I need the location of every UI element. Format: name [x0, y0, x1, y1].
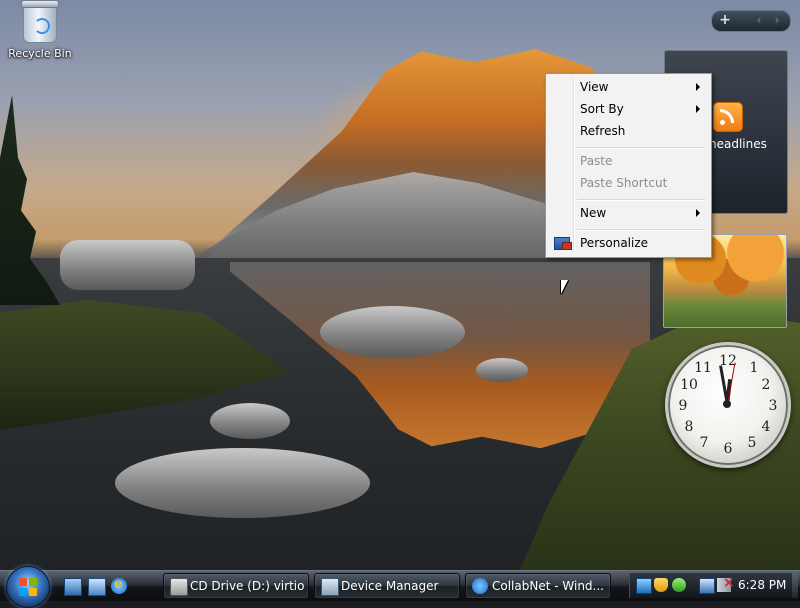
internet-explorer-icon[interactable]	[111, 576, 127, 594]
desktop-icon-recycle-bin[interactable]: Recycle Bin	[6, 0, 74, 60]
menu-item-personalize[interactable]: Personalize	[549, 233, 708, 253]
wallpaper-stone	[115, 448, 370, 518]
clock-number: 2	[761, 377, 771, 393]
menu-item-paste: Paste	[549, 151, 708, 171]
clock-number: 4	[761, 419, 771, 435]
clock-center-pin	[723, 400, 731, 408]
clock-number: 7	[699, 435, 709, 451]
desktop[interactable]: Recycle Bin + ‹ › headlines 12 1 2 3 4 5…	[0, 0, 800, 570]
tray-edge	[792, 573, 798, 598]
clock-number: 1	[749, 360, 759, 376]
wallpaper-stone	[60, 240, 195, 290]
menu-item-view[interactable]: View	[549, 77, 708, 97]
rss-icon	[713, 102, 743, 132]
clock-number: 6	[723, 441, 733, 457]
windows-update-icon[interactable]	[672, 578, 686, 592]
menu-item-new[interactable]: New	[549, 203, 708, 223]
volume-muted-icon[interactable]	[717, 575, 735, 592]
next-gadgets-button[interactable]: ›	[768, 12, 786, 29]
show-desktop-icon[interactable]	[64, 578, 82, 596]
submenu-arrow-icon	[696, 105, 700, 113]
device-manager-icon	[321, 578, 339, 596]
taskbar-clock[interactable]: 6:28 PM	[738, 573, 786, 598]
taskbar-button-collabnet[interactable]: CollabNet - Wind...	[465, 573, 611, 599]
desktop-context-menu: View Sort By Refresh Paste Paste Shortcu…	[545, 73, 712, 258]
wallpaper-stone	[210, 403, 290, 439]
menu-item-refresh[interactable]: Refresh	[549, 121, 708, 141]
clock-number: 8	[684, 419, 694, 435]
menu-item-paste-shortcut: Paste Shortcut	[549, 173, 708, 193]
clock-number: 5	[747, 435, 757, 451]
submenu-arrow-icon	[696, 83, 700, 91]
taskbar-button-cd-drive[interactable]: CD Drive (D:) virtio...	[163, 573, 309, 599]
menu-item-label: Paste Shortcut	[580, 176, 668, 190]
menu-item-label: Personalize	[580, 236, 649, 250]
menu-item-label: Refresh	[580, 124, 626, 138]
menu-item-label: Paste	[580, 154, 613, 168]
recycle-bin-icon	[21, 0, 59, 43]
wallpaper-stone	[320, 306, 465, 358]
clock-number: 9	[678, 398, 688, 414]
network-icon[interactable]	[636, 578, 652, 594]
taskbar-button-label: CollabNet - Wind...	[492, 579, 604, 593]
cd-drive-icon	[170, 578, 188, 596]
clock-number: 10	[680, 377, 698, 393]
personalize-icon	[554, 237, 572, 250]
notification-area: 6:28 PM	[629, 573, 798, 598]
sidebar-controls: + ‹ ›	[711, 10, 791, 32]
monitor-icon[interactable]	[699, 578, 715, 594]
feed-gadget-title: headlines	[709, 137, 767, 151]
switch-windows-icon[interactable]	[88, 578, 106, 596]
mouse-cursor-icon	[561, 280, 568, 294]
taskbar-button-label: CD Drive (D:) virtio...	[190, 579, 304, 593]
previous-gadgets-button[interactable]: ‹	[750, 12, 768, 29]
menu-item-label: New	[580, 206, 607, 220]
clock-number: 3	[768, 398, 778, 414]
add-gadget-button[interactable]: +	[716, 12, 734, 29]
menu-item-label: Sort By	[580, 102, 624, 116]
taskbar-button-label: Device Manager	[341, 579, 439, 593]
wallpaper-stone	[476, 358, 528, 382]
taskbar-button-device-manager[interactable]: Device Manager	[314, 573, 460, 599]
clock-number: 11	[694, 360, 712, 376]
menu-separator	[577, 229, 705, 231]
start-button[interactable]	[6, 566, 50, 608]
security-shield-icon[interactable]	[654, 578, 668, 592]
menu-item-label: View	[580, 80, 609, 94]
menu-item-sort-by[interactable]: Sort By	[549, 99, 708, 119]
menu-separator	[577, 199, 705, 201]
desktop-icon-label: Recycle Bin	[8, 47, 72, 60]
internet-explorer-icon	[472, 578, 488, 594]
submenu-arrow-icon	[696, 209, 700, 217]
taskbar: CD Drive (D:) virtio... Device Manager C…	[0, 566, 800, 608]
menu-separator	[577, 147, 705, 149]
windows-logo-icon	[19, 578, 37, 596]
clock-gadget[interactable]: 12 1 2 3 4 5 6 7 8 9 10 11	[665, 342, 791, 468]
